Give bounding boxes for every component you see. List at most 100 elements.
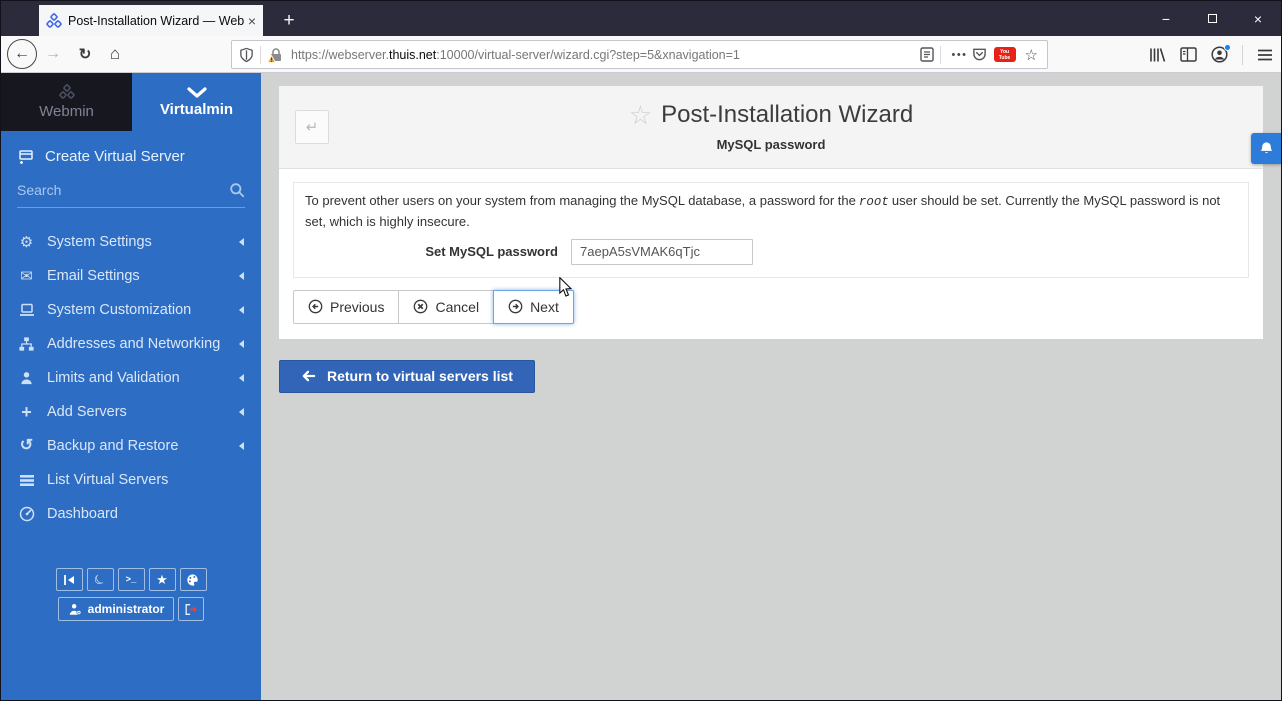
url-prefix: https://webserver. — [291, 48, 389, 62]
page-actions-icon[interactable]: ••• — [951, 49, 967, 61]
divider — [1242, 45, 1243, 65]
window-close-button[interactable]: × — [1235, 1, 1281, 36]
wizard-header: ↵ ☆Post-Installation Wizard MySQL passwo… — [279, 86, 1263, 169]
user-account-button[interactable]: administrator — [58, 597, 175, 621]
menu-label: Add Servers — [47, 404, 127, 420]
sidebar-item-addresses-networking[interactable]: Addresses and Networking — [1, 327, 261, 361]
terminal-icon: >_ — [126, 575, 137, 585]
sidebar-item-add-servers[interactable]: + Add Servers — [1, 395, 261, 429]
next-button[interactable]: Next — [493, 290, 574, 324]
moon-icon: ☾ — [92, 571, 109, 588]
description-text: To prevent other users on your system fr… — [305, 193, 856, 208]
tab-webmin[interactable]: Webmin — [1, 73, 132, 131]
sidebar-item-dashboard[interactable]: Dashboard — [1, 497, 261, 531]
info-box: To prevent other users on your system fr… — [293, 182, 1249, 278]
return-to-servers-button[interactable]: Return to virtual servers list — [279, 360, 535, 393]
terminal-button[interactable]: >_ — [118, 568, 145, 591]
mysql-password-input[interactable] — [571, 239, 753, 265]
sidebar-item-list-virtual-servers[interactable]: List Virtual Servers — [1, 463, 261, 497]
caret-left-icon — [239, 340, 244, 348]
url-bar[interactable]: https://webserver.thuis.net:10000/virtua… — [231, 40, 1048, 69]
tab-title: Post-Installation Wizard — Web — [68, 14, 244, 28]
library-icon[interactable] — [1149, 47, 1166, 63]
new-tab-button[interactable]: + — [273, 5, 305, 36]
minimize-button[interactable]: − — [1143, 1, 1189, 36]
titlebar: Post-Installation Wizard — Web × + − × — [1, 1, 1281, 36]
webmin-favicon-icon — [46, 13, 62, 29]
lock-warning-icon[interactable] — [267, 47, 284, 63]
plus-icon: + — [18, 403, 35, 421]
caret-left-icon — [239, 238, 244, 246]
favorite-star-icon[interactable]: ☆ — [629, 100, 652, 130]
hamburger-menu-icon[interactable] — [1257, 48, 1273, 62]
sidebar-item-system-customization[interactable]: System Customization — [1, 293, 261, 327]
notifications-tab[interactable] — [1251, 133, 1281, 164]
tab-virtualmin-label: Virtualmin — [160, 101, 233, 118]
browser-tab[interactable]: Post-Installation Wizard — Web × — [39, 5, 263, 36]
page-title-row: ☆Post-Installation Wizard — [279, 100, 1263, 131]
root-code-text: root — [859, 195, 889, 209]
caret-left-icon — [239, 408, 244, 416]
circle-arrow-right-icon — [508, 299, 523, 314]
reload-button[interactable]: ↻ — [71, 40, 99, 68]
menu-label: Email Settings — [47, 268, 140, 284]
create-virtual-server-label: Create Virtual Server — [45, 148, 185, 165]
wizard-body: To prevent other users on your system fr… — [279, 169, 1263, 339]
tracking-shield-icon[interactable] — [239, 47, 254, 63]
pocket-icon[interactable] — [972, 47, 987, 62]
cancel-button[interactable]: Cancel — [398, 290, 494, 324]
logout-button[interactable] — [178, 597, 204, 621]
star-icon: ★ — [156, 573, 168, 586]
sidebar-item-limits-validation[interactable]: Limits and Validation — [1, 361, 261, 395]
url-text[interactable]: https://webserver.thuis.net:10000/virtua… — [291, 48, 920, 62]
sidebar-item-backup-restore[interactable]: ↺ Backup and Restore — [1, 429, 261, 463]
favorites-button[interactable]: ★ — [149, 568, 176, 591]
return-label: Return to virtual servers list — [327, 368, 513, 384]
next-label: Next — [530, 299, 559, 315]
password-form-row: Set MySQL password — [305, 239, 1237, 265]
tab-virtualmin[interactable]: Virtualmin — [132, 73, 261, 131]
menu-label: List Virtual Servers — [47, 472, 168, 488]
search-input[interactable] — [17, 182, 229, 198]
sidebar-item-email-settings[interactable]: ✉ Email Settings — [1, 259, 261, 293]
back-button[interactable]: ← — [7, 39, 37, 69]
wizard-panel: ↵ ☆Post-Installation Wizard MySQL passwo… — [279, 86, 1263, 339]
youtube-icon[interactable]: YouTube — [994, 47, 1016, 62]
chevron-down-icon — [187, 87, 207, 98]
circle-x-icon — [413, 299, 428, 314]
night-mode-button[interactable]: ☾ — [87, 568, 114, 591]
wizard-buttons: Previous Cancel Next — [293, 290, 1249, 324]
account-notification-dot — [1224, 44, 1231, 51]
sidebar-search[interactable] — [17, 182, 245, 208]
cancel-label: Cancel — [435, 299, 479, 315]
caret-left-icon — [239, 306, 244, 314]
forward-button: → — [39, 40, 67, 68]
bookmark-star-icon[interactable]: ☆ — [1025, 46, 1038, 64]
user-gear-icon — [68, 603, 82, 616]
tab-close-icon[interactable]: × — [248, 14, 256, 28]
sidebar-item-system-settings[interactable]: ⚙ System Settings — [1, 225, 261, 259]
toolbar-right — [1149, 36, 1273, 73]
envelope-icon: ✉ — [18, 269, 35, 284]
maximize-button[interactable] — [1189, 1, 1235, 36]
sidebar-footer: ☾ >_ ★ administrator — [1, 568, 261, 621]
url-domain: thuis.net — [389, 48, 436, 62]
username-label: administrator — [88, 602, 165, 616]
collapse-sidebar-button[interactable] — [56, 568, 83, 591]
account-icon[interactable] — [1211, 46, 1228, 63]
webmin-logo-icon — [59, 84, 75, 100]
url-suffix: :10000/virtual-server/wizard.cgi?step=5&… — [436, 48, 740, 62]
wizard-description: To prevent other users on your system fr… — [305, 191, 1237, 233]
search-icon[interactable] — [229, 182, 245, 198]
sidebar-toggle-icon[interactable] — [1180, 47, 1197, 62]
user-icon — [18, 370, 35, 386]
previous-button[interactable]: Previous — [293, 290, 399, 324]
bell-icon — [1259, 141, 1274, 156]
menu-label: Addresses and Networking — [47, 336, 220, 352]
reader-mode-icon[interactable] — [920, 47, 934, 62]
theme-palette-button[interactable] — [180, 568, 207, 591]
home-button[interactable]: ⌂ — [101, 40, 129, 68]
sidebar-item-create-virtual-server[interactable]: Create Virtual Server — [1, 148, 261, 165]
nav-toolbar: ← → ↻ ⌂ https://webserver.thuis.net:1000… — [1, 36, 1281, 73]
sidebar-tabs: Webmin Virtualmin — [1, 73, 261, 131]
